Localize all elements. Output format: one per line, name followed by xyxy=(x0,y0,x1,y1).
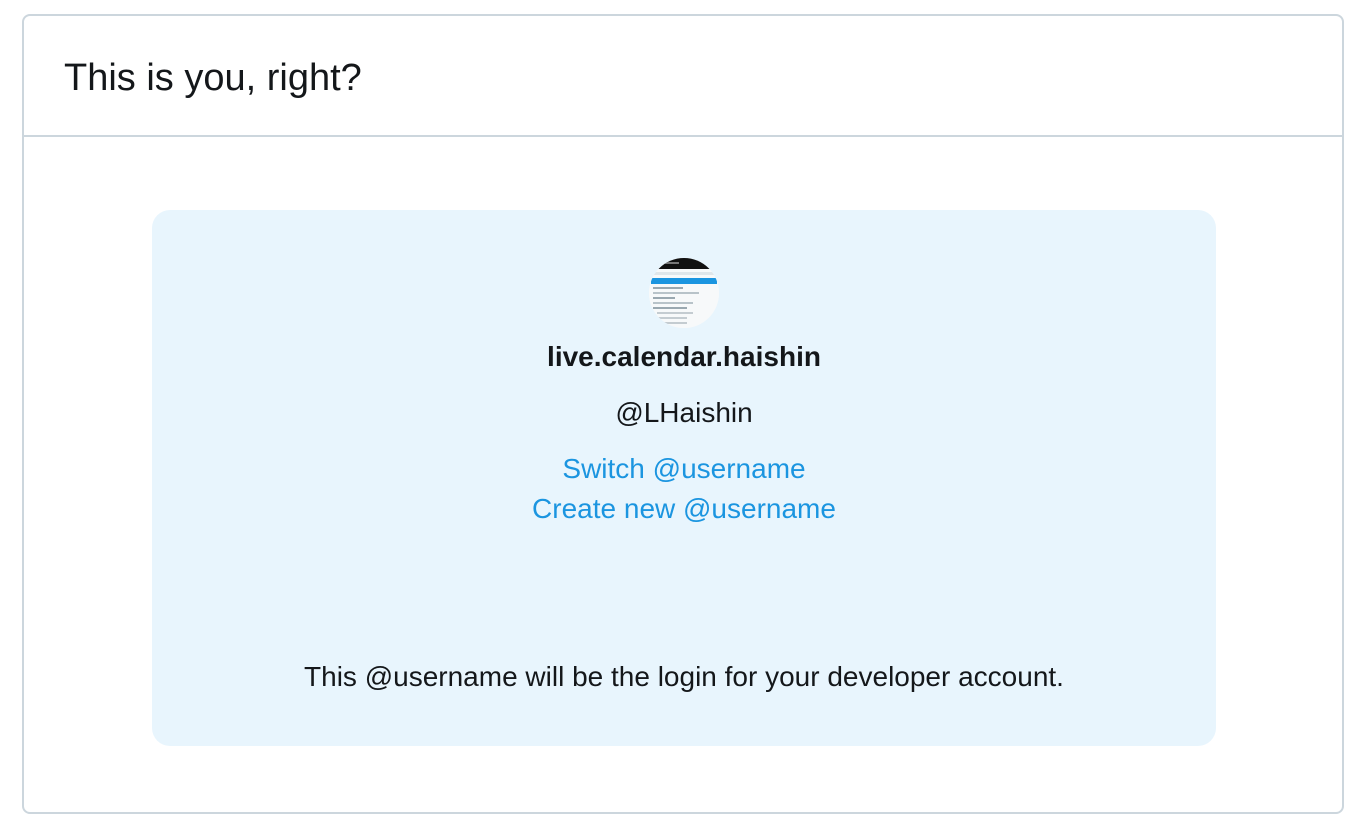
display-name: live.calendar.haishin xyxy=(547,341,821,372)
avatar xyxy=(649,258,719,328)
switch-username-link[interactable]: Switch @username xyxy=(562,452,805,486)
switch-username-link-row: Switch @username xyxy=(152,452,1216,486)
profile-panel: live.calendar.haishin @LHaishin Switch @… xyxy=(152,210,1216,746)
page-title: This is you, right? xyxy=(64,57,362,99)
confirm-account-card: This is you, right? live.calendar.haishi… xyxy=(22,14,1344,814)
avatar-image xyxy=(649,258,719,328)
card-header: This is you, right? xyxy=(24,16,1342,137)
login-note: This @username will be the login for you… xyxy=(304,661,1064,692)
create-username-link-row: Create new @username xyxy=(152,492,1216,526)
create-username-link[interactable]: Create new @username xyxy=(532,492,836,526)
username-handle: @LHaishin xyxy=(615,397,753,428)
